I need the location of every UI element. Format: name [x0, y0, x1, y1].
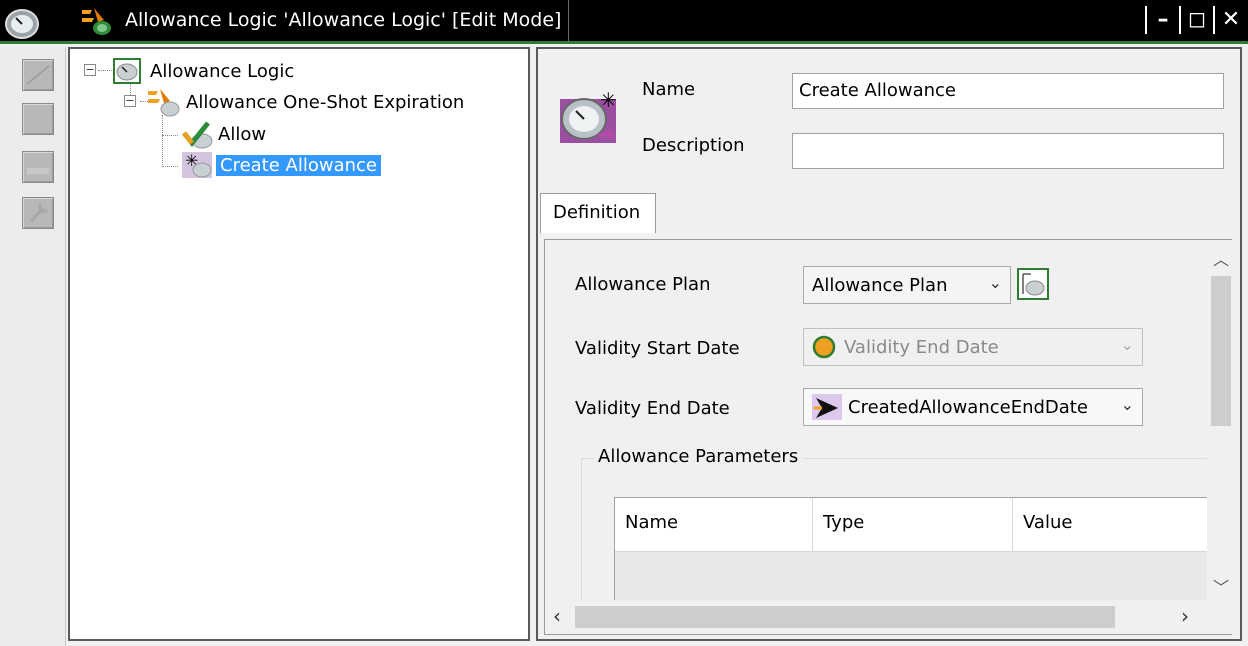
tree-node-create-allowance[interactable]: ✳ Create Allowance	[180, 150, 381, 180]
validity-end-select[interactable]: CreatedAllowanceEndDate ⌄	[803, 388, 1143, 426]
chevron-down-icon: ⌄	[988, 273, 1002, 292]
tree-expander-child[interactable]: −	[124, 95, 136, 107]
vertical-scroll-thumb[interactable]	[1211, 276, 1231, 426]
title-bar: Allowance Logic 'Allowance Logic' [Edit …	[0, 0, 1248, 44]
tree-node-allowance-logic[interactable]: Allowance Logic	[112, 57, 294, 85]
detail-panel: ✳ Name Create Allowance Description Defi…	[536, 47, 1242, 641]
allowance-plan-value: Allowance Plan	[812, 274, 948, 296]
name-label: Name	[642, 79, 696, 100]
validity-start-select[interactable]: Validity End Date ⌄	[803, 328, 1143, 366]
restore-button[interactable]: ◻	[1186, 6, 1208, 34]
tree-connector	[162, 115, 163, 167]
title-divider	[568, 0, 569, 42]
definition-tab-body: Allowance Plan Allowance Plan ⌄ Validity…	[544, 239, 1233, 635]
horizontal-scroll-thumb[interactable]	[575, 606, 1115, 628]
tree-node-one-shot-expiration[interactable]: Allowance One-Shot Expiration	[146, 87, 464, 117]
grid-column-type[interactable]: Type	[813, 498, 1013, 552]
toolbar-button-4[interactable]	[22, 197, 54, 229]
create-allowance-large-icon: ✳	[560, 88, 617, 143]
window-controls: – ◻ ✕	[1142, 6, 1242, 34]
validity-end-value: CreatedAllowanceEndDate	[848, 396, 1088, 418]
gauge-app-icon[interactable]	[4, 4, 40, 42]
function-arrow-icon	[812, 394, 842, 420]
horizontal-scrollbar[interactable]: ‹ ›	[545, 600, 1207, 634]
minimize-button[interactable]: –	[1152, 6, 1174, 34]
close-button[interactable]: ✕	[1220, 6, 1242, 34]
tab-definition[interactable]: Definition	[540, 193, 656, 233]
grid-header: Name Type Value	[615, 498, 1211, 552]
toolbar-icon	[27, 168, 49, 174]
open-plan-icon[interactable]	[1017, 268, 1049, 300]
logic-tree-panel[interactable]: − Allowance Logic − Allowance One-Shot E…	[68, 47, 530, 641]
tree-connector	[162, 166, 178, 167]
variable-circle-icon	[812, 335, 836, 359]
create-allowance-icon: ✳	[182, 151, 212, 178]
description-input[interactable]	[792, 133, 1224, 169]
svg-text:✳: ✳	[600, 88, 617, 112]
validity-end-label: Validity End Date	[575, 398, 730, 419]
expiration-logic-icon	[148, 89, 180, 117]
scroll-corner	[1207, 600, 1233, 634]
validity-start-value: Validity End Date	[844, 336, 999, 358]
toolbar-button-1[interactable]	[22, 59, 54, 91]
chevron-down-icon: ⌄	[1120, 335, 1134, 354]
scroll-left-icon[interactable]: ‹	[553, 604, 561, 628]
control-separator	[1213, 6, 1215, 34]
control-separator	[1179, 6, 1181, 34]
tree-expander-root[interactable]: −	[84, 64, 96, 76]
check-icon	[182, 121, 213, 149]
allowance-parameters-group: Allowance Parameters Name Type Value	[581, 446, 1211, 619]
toolbar-button-3[interactable]	[22, 151, 54, 183]
left-toolbar	[0, 47, 66, 646]
svg-text:✳: ✳	[185, 151, 198, 170]
validity-start-label: Validity Start Date	[575, 338, 740, 359]
name-input[interactable]: Create Allowance	[792, 73, 1224, 109]
tree-label: Allowance One-Shot Expiration	[186, 91, 465, 113]
group-title: Allowance Parameters	[594, 446, 803, 467]
tree-connector	[162, 135, 178, 136]
tree-label: Allowance Logic	[150, 60, 295, 82]
definition-area: Allowance Plan Allowance Plan ⌄ Validity…	[545, 240, 1211, 619]
grid-column-value[interactable]: Value	[1013, 498, 1211, 552]
wrench-icon	[29, 202, 49, 223]
vertical-scrollbar[interactable]: ︿ ﹀	[1207, 240, 1233, 600]
toolbar-button-2[interactable]	[22, 103, 54, 135]
tree-node-allow[interactable]: Allow	[180, 119, 266, 149]
control-separator	[1145, 6, 1147, 34]
scroll-right-icon[interactable]: ›	[1181, 604, 1189, 628]
gauge-icon	[113, 58, 141, 84]
scroll-down-icon[interactable]: ﹀	[1213, 574, 1229, 598]
allowance-plan-label: Allowance Plan	[575, 274, 711, 295]
scroll-up-icon[interactable]: ︿	[1213, 246, 1229, 270]
description-label: Description	[642, 135, 745, 156]
grid-column-name[interactable]: Name	[615, 498, 813, 552]
logic-doc-icon	[82, 8, 111, 35]
toolbar-icon	[26, 65, 50, 85]
allowance-plan-select[interactable]: Allowance Plan ⌄	[803, 266, 1011, 304]
tree-label-selected: Create Allowance	[216, 154, 381, 176]
chevron-down-icon: ⌄	[1120, 395, 1134, 414]
window-title: Allowance Logic 'Allowance Logic' [Edit …	[125, 9, 562, 31]
tree-label: Allow	[218, 123, 267, 145]
tree-connector	[98, 70, 112, 71]
